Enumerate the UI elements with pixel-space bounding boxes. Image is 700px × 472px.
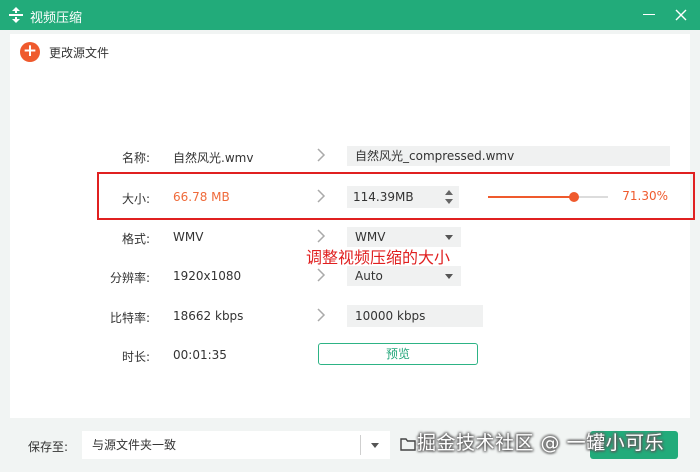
slider-fill xyxy=(488,196,574,198)
chevron-right-icon xyxy=(317,229,326,243)
plus-icon: + xyxy=(20,42,40,62)
select-divider xyxy=(360,435,361,455)
close-icon[interactable] xyxy=(673,7,689,23)
size-percent: 71.30% xyxy=(622,189,668,203)
bitrate-field[interactable]: 10000 kbps xyxy=(347,305,483,327)
compress-app-icon xyxy=(9,7,23,23)
change-source-button[interactable]: + 更改源文件 xyxy=(20,41,109,63)
chevron-down-icon xyxy=(445,274,453,279)
window-title: 视频压缩 xyxy=(30,11,83,26)
chevron-down-icon xyxy=(371,443,379,448)
source-duration-value: 00:01:35 xyxy=(173,348,227,362)
duration-label: 时长: xyxy=(121,350,150,364)
slider-handle[interactable] xyxy=(568,192,579,202)
folder-icon[interactable] xyxy=(400,437,416,451)
name-label: 名称: xyxy=(121,151,150,165)
source-bitrate-value: 18662 kbps xyxy=(173,309,244,323)
source-name-value: 自然风光.wmv xyxy=(173,151,254,165)
resolution-select[interactable]: Auto xyxy=(347,266,461,286)
chevron-right-icon xyxy=(317,268,326,282)
chevron-right-icon xyxy=(317,308,326,322)
watermark: 掘金技术社区 @ 一罐小可乐 xyxy=(417,432,665,454)
source-resolution-value: 1920x1080 xyxy=(173,269,242,283)
format-select-value: WMV xyxy=(355,230,386,244)
preview-button[interactable]: 预览 xyxy=(318,343,478,365)
size-slider[interactable] xyxy=(488,192,608,202)
bitrate-label: 比特率: xyxy=(109,311,150,325)
stepper-up-icon[interactable] xyxy=(445,190,453,195)
minimize-button[interactable] xyxy=(643,14,655,15)
stepper-down-icon[interactable] xyxy=(445,199,453,204)
chevron-down-icon xyxy=(445,235,453,240)
save-to-label: 保存至: xyxy=(28,440,69,454)
title-bar: 视频压缩 xyxy=(0,0,700,30)
main-panel: + 更改源文件 名称: 自然风光.wmv 自然风光_compressed.wmv… xyxy=(10,34,695,418)
size-input[interactable] xyxy=(347,186,441,208)
save-location-select[interactable]: 与源文件夹一致 xyxy=(82,431,390,459)
save-location-value: 与源文件夹一致 xyxy=(92,438,177,452)
format-label: 格式: xyxy=(121,232,150,246)
resolution-select-value: Auto xyxy=(355,269,383,283)
size-stepper[interactable] xyxy=(347,186,459,208)
chevron-right-icon xyxy=(317,189,326,203)
source-format-value: WMV xyxy=(173,230,204,244)
resolution-label: 分辨率: xyxy=(109,271,150,285)
output-name-field[interactable]: 自然风光_compressed.wmv xyxy=(347,146,670,166)
size-label: 大小: xyxy=(121,192,150,206)
change-source-label: 更改源文件 xyxy=(49,45,110,60)
source-size-value: 66.78 MB xyxy=(173,190,230,204)
annotation-text: 调整视频压缩的大小 xyxy=(306,248,451,267)
chevron-right-icon xyxy=(317,148,326,162)
